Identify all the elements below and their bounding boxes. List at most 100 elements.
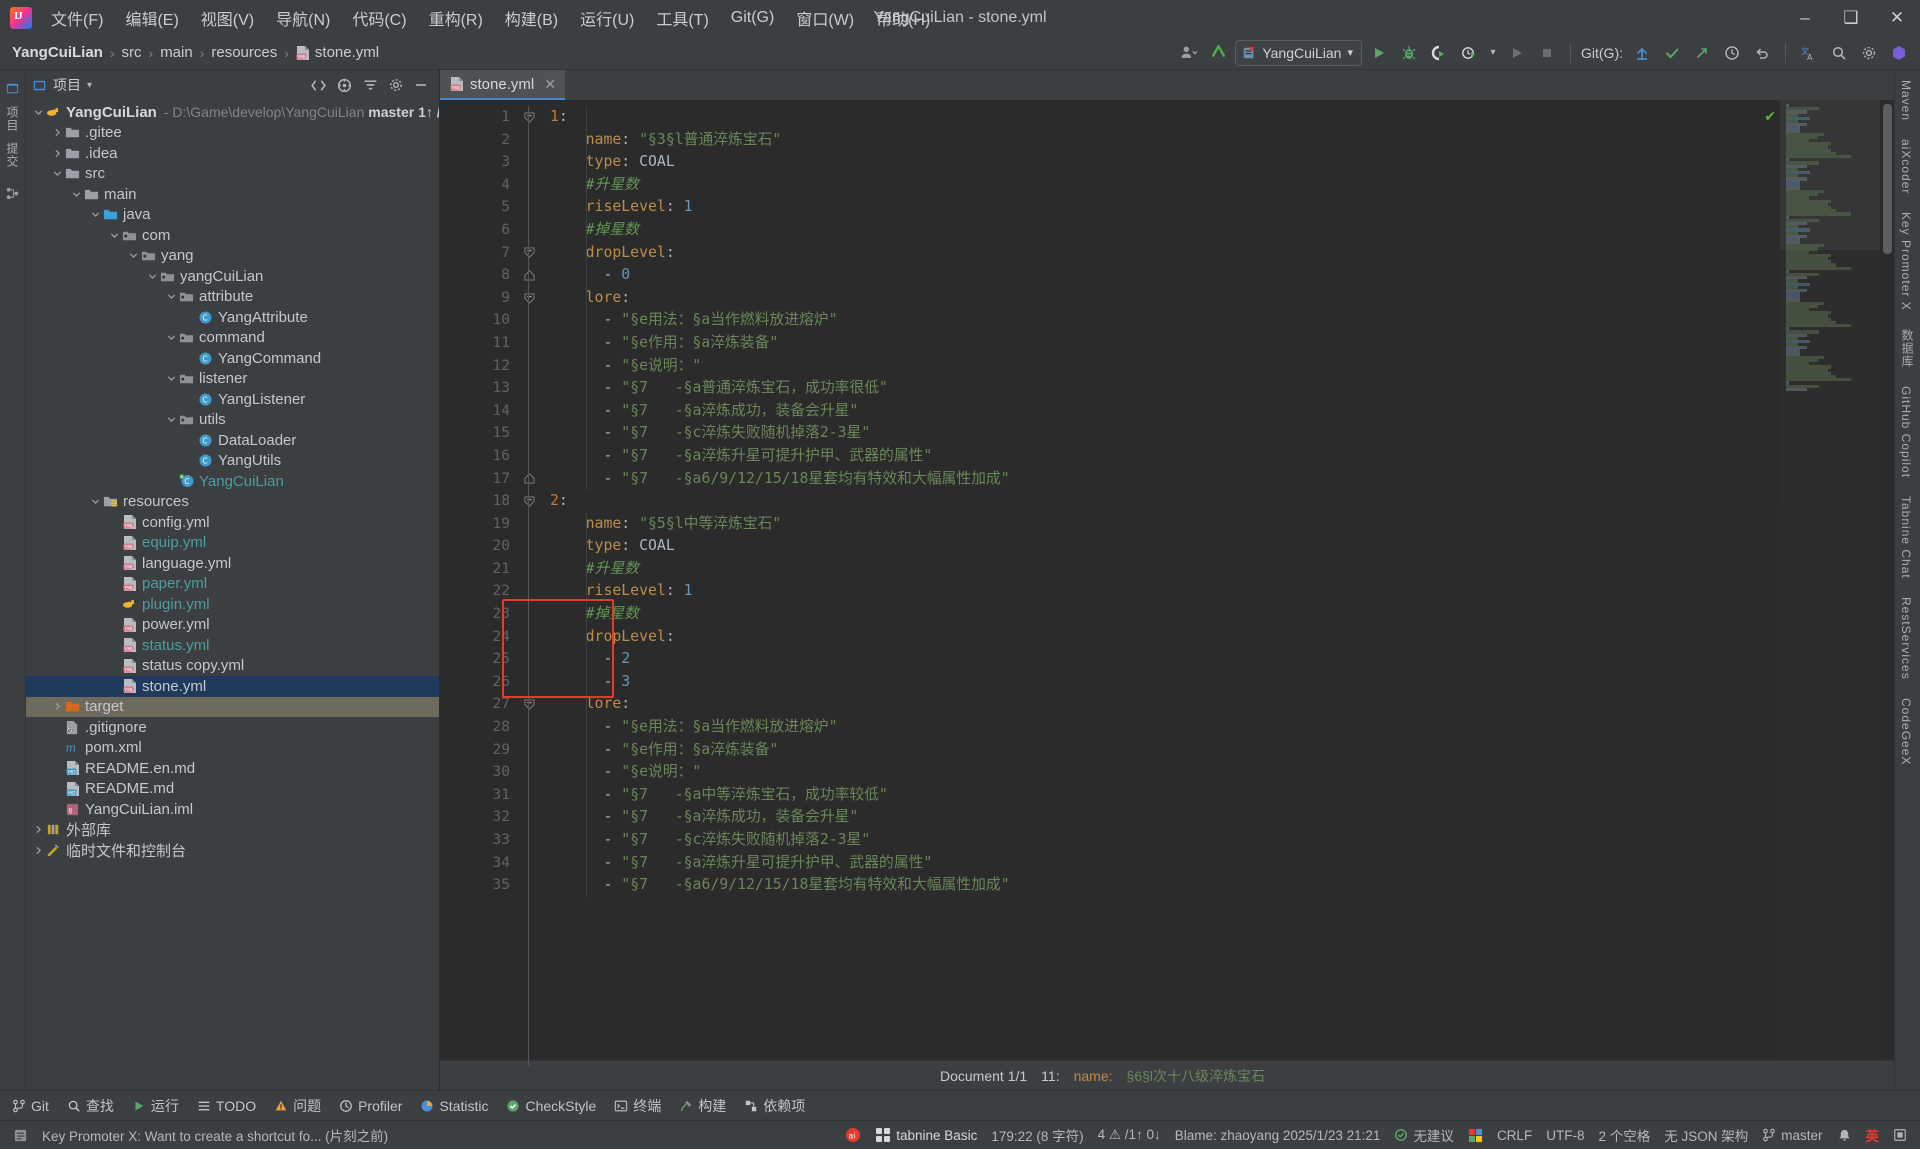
line-number[interactable]: 31 (440, 784, 518, 807)
code-editor[interactable]: 1234567891011121314151617181920212223242… (440, 100, 1894, 1060)
tool-git[interactable]: Git (4, 1095, 57, 1117)
line-number[interactable]: 5 (440, 196, 518, 219)
code-line[interactable]: - "§7 -§a淬炼成功，装备会升星" (540, 806, 1894, 829)
code-line[interactable]: lore: (540, 693, 1894, 716)
code-line[interactable]: - "§e说明：" (540, 761, 1894, 784)
line-number[interactable]: 7 (440, 242, 518, 265)
git-branch-indicator[interactable]: master (1755, 1128, 1829, 1143)
tool-statistic[interactable]: Statistic (412, 1095, 496, 1117)
code-line[interactable]: - "§7 -§c淬炼失败随机掉落2-3星" (540, 829, 1894, 852)
line-number[interactable]: 29 (440, 739, 518, 762)
tree-node-power-yml[interactable]: YMLpower.yml (26, 615, 439, 636)
translate-icon[interactable]: 文A (1796, 40, 1822, 66)
tree-node-src[interactable]: src (26, 164, 439, 185)
code-line[interactable]: #升星数 (540, 558, 1894, 581)
run-with-coverage-button[interactable] (1426, 40, 1452, 66)
tool-find[interactable]: 查找 (59, 1093, 122, 1119)
tree-node-yanglistener[interactable]: CYangListener (26, 389, 439, 410)
tree-node-command[interactable]: command (26, 328, 439, 349)
code-line[interactable]: 1: (540, 106, 1894, 129)
right-rail-item----[interactable]: 数据库 (1897, 325, 1918, 372)
code-line[interactable]: - "§7 -§a中等淬炼宝石，成功率较低" (540, 784, 1894, 807)
tree-node-main[interactable]: main (26, 184, 439, 205)
tabnine-status[interactable]: tabnine Basic (868, 1127, 984, 1143)
menu-run[interactable]: 运行(U) (569, 2, 645, 34)
tool-run[interactable]: 运行 (124, 1093, 187, 1119)
profiler-dropdown-icon[interactable]: ▾ (1486, 40, 1500, 66)
expand-collapse-icon[interactable] (310, 77, 327, 94)
tree-node-paper-yml[interactable]: YMLpaper.yml (26, 574, 439, 595)
fold-end-icon[interactable] (518, 264, 540, 287)
chevron-down-icon[interactable] (70, 190, 83, 199)
tree-node-yangcommand[interactable]: CYangCommand (26, 348, 439, 369)
line-number[interactable]: 28 (440, 716, 518, 739)
chevron-down-icon[interactable]: ▾ (1347, 46, 1353, 59)
tree-node-java[interactable]: java (26, 205, 439, 226)
fold-collapse-icon[interactable] (518, 242, 540, 265)
breadcrumb-item-yangcuilian[interactable]: YangCuiLian (12, 44, 103, 61)
fold-collapse-icon[interactable] (518, 287, 540, 310)
line-number[interactable]: 11 (440, 332, 518, 355)
line-number[interactable]: 27 (440, 693, 518, 716)
tree-node-pom-xml[interactable]: mpom.xml (26, 738, 439, 759)
code-line[interactable]: - 3 (540, 671, 1894, 694)
code-line[interactable]: - 0 (540, 264, 1894, 287)
line-number[interactable]: 15 (440, 422, 518, 445)
hide-panel-icon[interactable] (413, 77, 429, 93)
tree-node-readme[interactable]: MDREADME.md (26, 779, 439, 800)
menu-file[interactable]: 文件(F) (40, 2, 114, 34)
code-content[interactable]: 1: name: "§3§l普通淬炼宝石" type: COAL #升星数 ri… (540, 100, 1894, 1060)
tree-node-yangcuilian-class[interactable]: CYangCuiLian (26, 471, 439, 492)
git-blame-info[interactable]: Blame: zhaoyang 2025/1/23 21:21 (1168, 1128, 1388, 1143)
breadcrumb-item-stone-yml[interactable]: YMLstone.yml (296, 44, 379, 61)
right-rail-item-github-copilot[interactable]: GitHub Copilot (1897, 382, 1915, 482)
json-schema-status[interactable]: 无 JSON 架构 (1657, 1125, 1755, 1145)
project-file-tree[interactable]: YangCuiLian - D:\Game\develop\YangCuiLia… (26, 100, 439, 1090)
tree-node-scratches[interactable]: 临时文件和控制台 (26, 840, 439, 861)
chevron-down-icon[interactable] (108, 231, 121, 240)
run-configuration-selector[interactable]: YangCuiLian ▾ (1235, 40, 1362, 66)
line-number[interactable]: 12 (440, 355, 518, 378)
menu-edit[interactable]: 编辑(E) (114, 2, 189, 34)
event-log-icon[interactable] (6, 1128, 35, 1143)
tree-node-readme-en[interactable]: MDREADME.en.md (26, 758, 439, 779)
code-line[interactable]: name: "§5§l中等淬炼宝石" (540, 513, 1894, 536)
menu-tools[interactable]: 工具(T) (645, 2, 719, 34)
right-rail-item-tabnine-chat[interactable]: Tabnine Chat (1897, 492, 1915, 583)
menu-view[interactable]: 视图(V) (190, 2, 265, 34)
tool-profiler[interactable]: Profiler (331, 1095, 410, 1117)
collapse-all-icon[interactable] (362, 77, 379, 94)
key-promoter-message[interactable]: Key Promoter X: Want to create a shortcu… (35, 1125, 395, 1145)
profiler-button[interactable] (1456, 40, 1482, 66)
right-rail-item-codegeex[interactable]: CodeGeeX (1897, 694, 1915, 769)
maximize-button[interactable]: ❑ (1828, 0, 1874, 36)
chevron-down-icon[interactable] (165, 333, 178, 342)
memory-indicator[interactable] (1886, 1128, 1914, 1142)
right-rail-item-aixcoder[interactable]: aiXcoder (1897, 135, 1915, 198)
line-number[interactable]: 26 (440, 671, 518, 694)
code-line[interactable]: dropLevel: (540, 242, 1894, 265)
tree-node-dataloader[interactable]: CDataLoader (26, 430, 439, 451)
code-line[interactable]: lore: (540, 287, 1894, 310)
tree-node-target[interactable]: target (26, 697, 439, 718)
chevron-down-icon[interactable] (165, 292, 178, 301)
left-rail-item-commit[interactable]: 提交 (2, 138, 23, 172)
line-number[interactable]: 2 (440, 129, 518, 152)
code-line[interactable]: - "§7 -§a淬炼升星可提升护甲、武器的属性" (540, 852, 1894, 875)
search-everywhere-icon[interactable] (1826, 40, 1852, 66)
line-number[interactable]: 8 (440, 264, 518, 287)
tree-node-external-libraries[interactable]: 外部库 (26, 820, 439, 841)
tree-node-config-yml[interactable]: YMLconfig.yml (26, 512, 439, 533)
tree-node-status-copy-yml[interactable]: YMLstatus copy.yml (26, 656, 439, 677)
line-number[interactable]: 14 (440, 400, 518, 423)
project-panel-caret-icon[interactable]: ▾ (87, 80, 92, 91)
settings-gear-icon[interactable] (1856, 40, 1882, 66)
chevron-right-icon[interactable] (32, 846, 45, 855)
tree-node-yang[interactable]: yang (26, 246, 439, 267)
tree-node-plugin-yml[interactable]: plugin.yml (26, 594, 439, 615)
panel-settings-gear-icon[interactable] (388, 77, 404, 93)
tool-terminal[interactable]: 终端 (606, 1093, 669, 1119)
tree-node-yangutils[interactable]: CYangUtils (26, 451, 439, 472)
code-line[interactable]: #升星数 (540, 174, 1894, 197)
line-number[interactable]: 3 (440, 151, 518, 174)
